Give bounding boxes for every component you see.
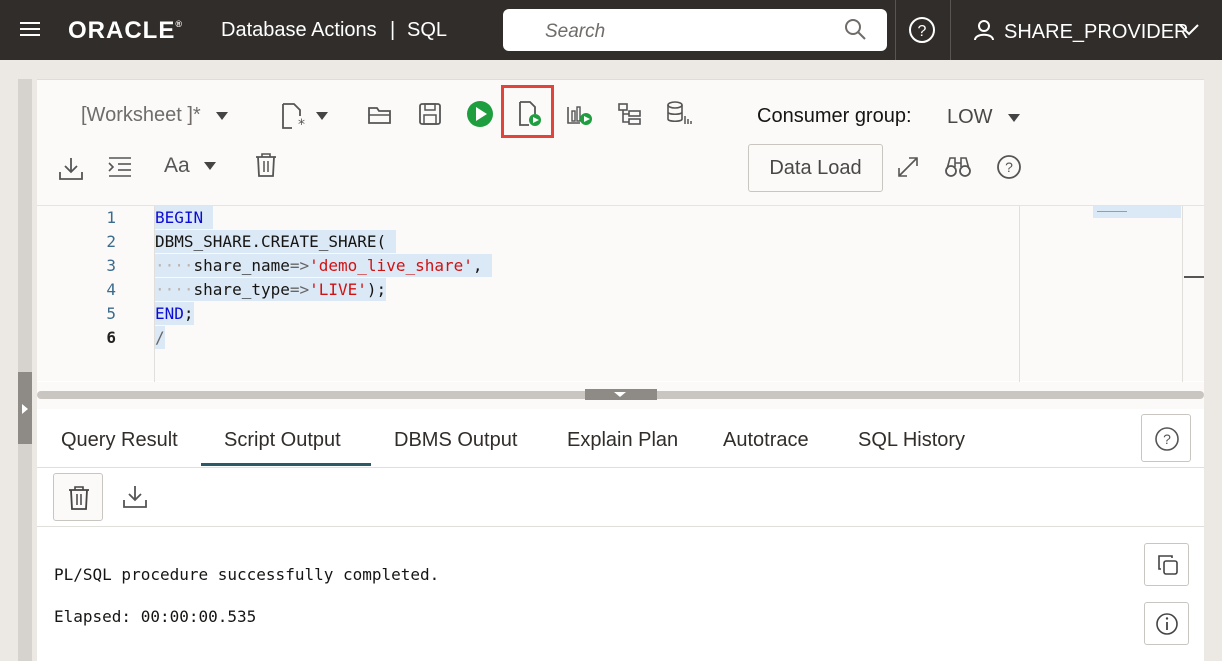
tab-query-result[interactable]: Query Result xyxy=(61,429,178,452)
code-line: ····share_name=>'demo_live_share', xyxy=(155,254,493,277)
tab-sql-history[interactable]: SQL History xyxy=(858,429,965,452)
header-divider xyxy=(950,0,951,60)
active-tab-indicator xyxy=(201,463,371,466)
output-help-button[interactable]: ? xyxy=(1141,414,1191,462)
left-rail xyxy=(18,79,32,661)
explain-plan-icon[interactable] xyxy=(617,102,643,126)
copy-output-button[interactable] xyxy=(1144,543,1189,586)
worksheet-toolbar xyxy=(37,80,1204,205)
line-number: 6 xyxy=(106,328,116,347)
line-number: 4 xyxy=(106,280,116,299)
hamburger-menu-icon[interactable] xyxy=(20,22,40,38)
consumer-group-select[interactable]: LOW xyxy=(947,106,1021,129)
help-icon: ? xyxy=(1155,427,1179,451)
minimap[interactable] xyxy=(1093,206,1181,218)
search-placeholder: Search xyxy=(545,21,606,42)
tab-explain-plan[interactable]: Explain Plan xyxy=(567,429,678,452)
save-icon[interactable] xyxy=(418,102,442,126)
trash-icon xyxy=(69,486,89,510)
info-button[interactable] xyxy=(1144,602,1189,645)
code-line: / xyxy=(155,326,165,349)
scrollbar-marker xyxy=(1184,276,1204,278)
header-divider xyxy=(895,0,896,60)
user-icon[interactable] xyxy=(973,19,995,41)
info-icon xyxy=(1156,613,1178,635)
download-icon[interactable] xyxy=(58,156,84,182)
code-line: ····share_type=>'LIVE'); xyxy=(155,278,387,301)
worksheet-selector[interactable]: [Worksheet ]* xyxy=(81,104,229,127)
format-code-icon[interactable] xyxy=(107,155,133,179)
open-folder-icon[interactable] xyxy=(367,104,393,126)
help-icon[interactable]: ? xyxy=(908,16,936,44)
scrollbar-track[interactable] xyxy=(1182,206,1183,382)
data-load-button[interactable]: Data Load xyxy=(748,144,883,192)
title-separator: | xyxy=(390,19,396,41)
svg-text:?: ? xyxy=(1163,431,1171,447)
line-number: 1 xyxy=(106,208,116,227)
search-input[interactable]: Search xyxy=(503,9,887,51)
expand-navigator-handle[interactable] xyxy=(18,372,32,444)
minimap-divider xyxy=(1019,206,1020,382)
user-menu-button[interactable]: SHARE_PROVIDER xyxy=(1004,21,1189,44)
binoculars-icon[interactable] xyxy=(944,155,972,179)
chevron-down-icon[interactable] xyxy=(316,112,328,120)
oracle-logo: ORACLE® xyxy=(68,17,183,44)
tab-script-output[interactable]: Script Output xyxy=(224,429,341,452)
line-number: 5 xyxy=(106,304,116,323)
clear-output-button[interactable] xyxy=(53,473,103,521)
line-number: 2 xyxy=(106,232,116,251)
sql-tuning-advisor-icon[interactable] xyxy=(666,100,694,128)
copy-icon xyxy=(1158,555,1178,575)
code-line: DBMS_SHARE.CREATE_SHARE( xyxy=(155,230,396,253)
minimap-line xyxy=(1097,211,1127,212)
new-worksheet-icon[interactable]: * xyxy=(280,102,306,130)
splitter-handle[interactable] xyxy=(585,389,657,400)
download-output-icon[interactable] xyxy=(122,484,148,510)
run-statement-icon[interactable] xyxy=(466,100,494,128)
run-script-icon[interactable] xyxy=(517,100,543,128)
output-toolbar xyxy=(37,468,1204,527)
output-line: PL/SQL procedure successfully completed. xyxy=(54,565,440,584)
chevron-down-icon[interactable] xyxy=(1178,22,1200,38)
tab-autotrace[interactable]: Autotrace xyxy=(723,429,809,452)
svg-text:?: ? xyxy=(918,23,927,40)
svg-text:?: ? xyxy=(1005,159,1013,175)
app-subtitle: SQL xyxy=(407,19,448,41)
app-title: Database Actions xyxy=(221,19,377,41)
search-icon[interactable] xyxy=(843,17,867,41)
tab-dbms-output[interactable]: DBMS Output xyxy=(394,429,517,452)
clear-trash-icon[interactable] xyxy=(254,152,278,178)
autotrace-icon[interactable] xyxy=(566,101,594,127)
help-icon[interactable]: ? xyxy=(996,154,1022,180)
line-number: 3 xyxy=(106,256,116,275)
svg-text:*: * xyxy=(298,117,305,130)
code-line: END; xyxy=(155,302,194,325)
code-line: BEGIN xyxy=(155,206,213,229)
expand-icon[interactable] xyxy=(896,155,920,179)
output-line: Elapsed: 00:00:00.535 xyxy=(54,607,257,626)
font-size-button[interactable]: Aa xyxy=(164,154,216,178)
consumer-group-label: Consumer group: xyxy=(757,105,912,127)
